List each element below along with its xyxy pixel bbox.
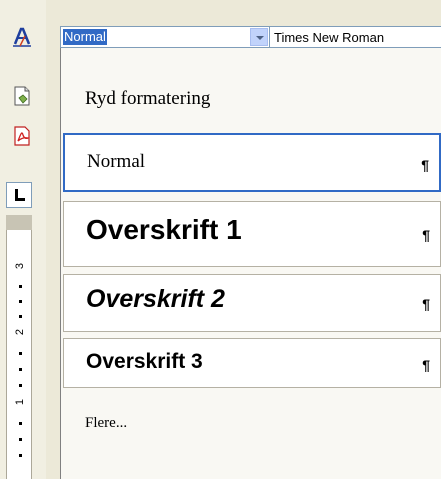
style-item-heading-3[interactable]: Overskrift 3 ¶ — [63, 338, 441, 388]
tab-selector-icon[interactable] — [6, 182, 32, 208]
styles-formatting-icon[interactable] — [11, 26, 33, 48]
more-styles-item[interactable]: Flere... — [63, 403, 441, 441]
ruler-margin — [6, 215, 32, 231]
style-dropdown-button[interactable] — [250, 28, 268, 46]
clear-formatting-item[interactable]: Ryd formatering — [63, 76, 441, 122]
style-combo-value[interactable]: Normal — [63, 29, 107, 45]
page-icon[interactable] — [11, 85, 33, 107]
style-item-label: Overskrift 3 — [86, 350, 203, 373]
style-combo-box[interactable]: Normal — [60, 26, 270, 48]
paragraph-mark-icon: ¶ — [421, 157, 429, 173]
more-styles-label: Flere... — [85, 415, 128, 431]
style-item-label: Normal — [87, 151, 146, 172]
left-toolbar-strip: 3 2 1 — [0, 0, 46, 479]
ruler-number: 2 — [14, 328, 26, 336]
paragraph-mark-icon: ¶ — [422, 357, 430, 373]
style-item-heading-2[interactable]: Overskrift 2 ¶ — [63, 274, 441, 332]
vertical-ruler[interactable]: 3 2 1 — [6, 230, 32, 479]
styles-dropdown-menu: Ryd formatering Normal ¶ Overskrift 1 ¶ … — [60, 48, 441, 479]
pdf-icon[interactable] — [11, 125, 33, 147]
chevron-down-icon — [256, 36, 264, 40]
font-combo-box[interactable]: Times New Roman — [270, 26, 441, 48]
ruler-number: 1 — [14, 398, 26, 406]
clear-formatting-label: Ryd formatering — [85, 88, 211, 109]
style-item-normal[interactable]: Normal ¶ — [63, 133, 441, 192]
style-item-label: Overskrift 2 — [86, 285, 225, 313]
paragraph-mark-icon: ¶ — [422, 296, 430, 312]
ruler-number: 3 — [14, 262, 26, 270]
style-item-heading-1[interactable]: Overskrift 1 ¶ — [63, 201, 441, 267]
paragraph-mark-icon: ¶ — [422, 227, 430, 243]
font-combo-value[interactable]: Times New Roman — [274, 30, 384, 46]
style-item-label: Overskrift 1 — [86, 214, 242, 245]
